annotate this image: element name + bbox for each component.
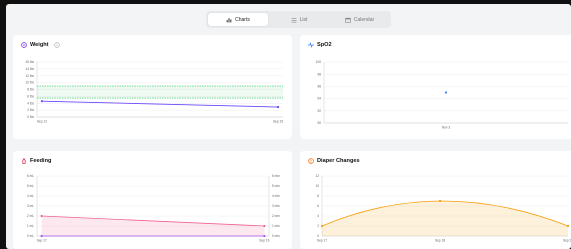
- data-point: [438, 199, 442, 203]
- y-tick-label: 6 lbs: [27, 94, 34, 98]
- y-tick-label: 0: [317, 234, 319, 238]
- x-tick-label: Sep 18: [435, 239, 445, 243]
- list-icon: [291, 17, 297, 22]
- y-tick-label: 8 lbs: [27, 88, 34, 92]
- y-tick-label: 2: [317, 224, 319, 228]
- data-point: [444, 91, 448, 94]
- x-tick-label: Nov 3: [442, 126, 451, 130]
- bar-chart-icon: [226, 17, 232, 22]
- y-tick-label: 4 mL: [27, 194, 34, 198]
- weight-card: Weight 0 lbs 2 lbs 4 lbs 6 lbs 8 lbs 10 lbs 12…: [13, 35, 292, 139]
- data-point: [263, 234, 266, 238]
- weight-chart: 0 lbs 2 lbs 4 lbs 6 lbs 8 lbs 10 lbs 12 lbs 14 …: [25, 60, 283, 124]
- tab-list[interactable]: List: [269, 13, 329, 26]
- y-tick-label-right: 2 min: [272, 214, 280, 218]
- y-tick-label: 90: [317, 121, 321, 125]
- data-point: [40, 100, 44, 103]
- tab-charts-label: Charts: [235, 16, 250, 23]
- spo2-chart: 90 92 94 96 98 100 Nov 3: [316, 60, 568, 130]
- y-tick-label: 2 lbs: [27, 108, 34, 112]
- data-point: [320, 224, 324, 228]
- y-tick-label: 6 mL: [27, 174, 34, 178]
- x-tick-label: Sep 23: [273, 120, 283, 124]
- diaper-chart: 0 2 4 6 8 10 12 Sep 17 Sep 18 Sep 22: [315, 174, 571, 243]
- app-screen: Charts List Calendar Weight 0 lbs 2 lbs 4 …: [6, 4, 571, 249]
- tab-calendar-label: Calendar: [353, 16, 375, 23]
- y-tick-label: 14 lbs: [25, 67, 34, 71]
- y-tick-label: 1 mL: [27, 224, 34, 228]
- y-tick-label: 10: [315, 184, 319, 188]
- y-tick-label: 92: [317, 109, 321, 113]
- reference-band: [37, 86, 283, 99]
- data-point: [263, 224, 266, 228]
- feeding-chart: 0 mL 1 mL 2 mL 3 mL 4 mL 5 mL 6 mL 0 min 1 min 2 …: [27, 174, 280, 243]
- y-tick-label-right: 1 min: [272, 224, 280, 228]
- data-point: [276, 105, 280, 109]
- y-tick-label: 10 lbs: [25, 81, 34, 85]
- x-tick-label: Sep 17: [317, 239, 327, 243]
- y-tick-label: 2 mL: [27, 214, 34, 218]
- y-tick-label: 94: [317, 97, 321, 101]
- data-point: [40, 214, 43, 218]
- y-tick-label: 100: [316, 60, 322, 64]
- feeding-card: Feeding 0 mL 1 mL 2 mL 3 mL 4 mL 5 mL 6 mL 0 mi…: [13, 151, 292, 249]
- tab-list-label: List: [299, 16, 308, 23]
- y-tick-label: 12 lbs: [25, 74, 34, 78]
- data-point: [40, 234, 43, 238]
- y-tick-label-right: 5 min: [272, 184, 280, 188]
- y-tick-label: 8: [317, 194, 319, 198]
- y-tick-label-right: 4 min: [272, 194, 280, 198]
- y-tick-label: 5 mL: [27, 184, 34, 188]
- y-tick-label: 0 mL: [27, 234, 34, 238]
- y-tick-label: 6: [317, 204, 319, 208]
- x-tick-label: Sep 17: [37, 239, 47, 243]
- data-point: [566, 224, 570, 228]
- x-tick-label: Sep 22: [563, 239, 571, 243]
- spo2-card: SpO2 90 92 94 96 98 100 Nov 3: [300, 35, 571, 139]
- tab-charts[interactable]: Charts: [208, 13, 268, 26]
- y-tick-label: 96: [317, 85, 321, 89]
- x-tick-label: Sep 12: [37, 120, 47, 124]
- calendar-icon: [345, 17, 351, 23]
- y-tick-label: 3 mL: [27, 204, 34, 208]
- y-tick-label-right: 0 min: [272, 234, 280, 238]
- series-area: [41, 216, 265, 236]
- y-tick-label: 4 lbs: [27, 101, 34, 105]
- y-tick-label: 12: [315, 174, 319, 178]
- y-tick-label: 4: [317, 214, 319, 218]
- y-tick-label-right: 6 min: [272, 174, 280, 178]
- y-tick-label: 0 lbs: [27, 115, 34, 119]
- series-line: [41, 100, 279, 108]
- view-tabs: Charts List Calendar: [206, 11, 391, 28]
- y-tick-label-right: 3 min: [272, 204, 280, 208]
- tab-calendar[interactable]: Calendar: [330, 13, 389, 26]
- x-tick-label: Sep 19: [259, 239, 269, 243]
- y-tick-label: 16 lbs: [25, 60, 34, 64]
- diaper-card: Diaper Changes 0 2 4 6 8 10 12 Sep 17 Sep 18 Sep …: [300, 151, 571, 249]
- y-tick-label: 98: [317, 72, 321, 76]
